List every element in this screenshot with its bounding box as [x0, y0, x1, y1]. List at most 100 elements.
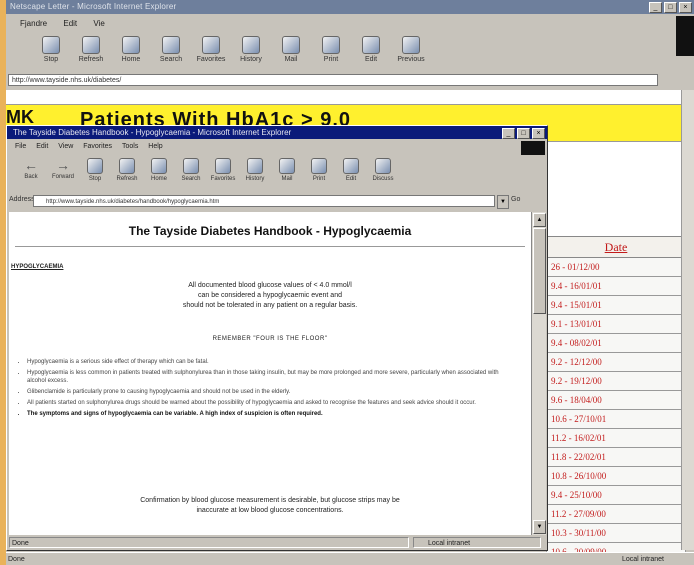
previous-icon — [402, 36, 420, 54]
menu-tools[interactable]: Tools — [122, 143, 138, 150]
back-button[interactable]: ← Back — [17, 156, 45, 190]
table-row: 11.2 - 27/09/00 — [546, 505, 686, 524]
refresh-button[interactable]: Refresh — [76, 34, 106, 72]
refresh-icon — [119, 158, 135, 174]
ie-logo-icon — [676, 16, 694, 56]
intro-line: All documented blood glucose values of <… — [188, 282, 352, 289]
stop-button[interactable]: Stop — [81, 156, 109, 190]
close-button[interactable]: × — [679, 2, 692, 13]
back-address-input[interactable]: http://www.tayside.nhs.uk/diabetes/ — [8, 74, 658, 86]
menu-help[interactable]: Help — [148, 143, 162, 150]
minimize-button[interactable]: _ — [649, 2, 662, 13]
history-icon — [242, 36, 260, 54]
section-link[interactable]: HYPOGLYCAEMIA — [11, 264, 63, 270]
front-window-scrollbar[interactable]: ▲ ▼ — [531, 212, 546, 535]
mail-button[interactable]: Mail — [273, 156, 301, 190]
menu-view[interactable]: Vie — [93, 19, 104, 28]
close-button[interactable]: × — [532, 128, 545, 139]
list-item: Hypoglycaemia is a serious side effect o… — [27, 358, 517, 366]
ie-logo-icon — [521, 141, 545, 155]
refresh-icon — [82, 36, 100, 54]
back-arrow-icon: ← — [24, 157, 38, 173]
maximize-button[interactable]: □ — [664, 2, 677, 13]
print-button[interactable]: Print — [316, 34, 346, 72]
minimize-button[interactable]: _ — [502, 128, 515, 139]
edit-button[interactable]: Edit — [356, 34, 386, 72]
menu-favorites[interactable]: Favorites — [83, 143, 112, 150]
table-row: 9.6 - 18/04/00 — [546, 391, 686, 410]
front-window-content: The Tayside Diabetes Handbook - Hypoglyc… — [9, 212, 531, 535]
list-item: All patients started on sulphonylurea dr… — [27, 399, 517, 407]
search-icon — [183, 158, 199, 174]
menu-file[interactable]: Fjandre — [20, 19, 47, 28]
home-icon — [151, 158, 167, 174]
table-row: 9.2 - 19/12/00 — [546, 372, 686, 391]
back-status-text: Done — [8, 556, 25, 563]
scroll-up-icon[interactable]: ▲ — [533, 213, 546, 227]
print-icon — [322, 36, 340, 54]
home-button[interactable]: Home — [145, 156, 173, 190]
table-row: 9.4 - 08/02/01 — [546, 334, 686, 353]
menu-edit[interactable]: Edit — [63, 19, 77, 28]
mail-icon — [282, 36, 300, 54]
favorites-button[interactable]: Favorites — [196, 34, 226, 72]
back-window-menubar: Fjandre Edit Vie — [6, 16, 694, 56]
home-icon — [122, 36, 140, 54]
front-window-menubar: File Edit View Favorites Tools Help — [7, 141, 547, 155]
back-window-scrollbar[interactable] — [681, 90, 694, 550]
table-row: 9.4 - 25/10/00 — [546, 486, 686, 505]
status-text: Done — [9, 537, 409, 548]
table-row: 10.6 - 27/10/01 — [546, 410, 686, 429]
table-row: 9.4 - 15/01/01 — [546, 296, 686, 315]
menu-view[interactable]: View — [58, 143, 73, 150]
maximize-button[interactable]: □ — [517, 128, 530, 139]
refresh-button[interactable]: Refresh — [113, 156, 141, 190]
favorites-icon — [202, 36, 220, 54]
edit-button[interactable]: Edit — [337, 156, 365, 190]
doc-title: The Tayside Diabetes Handbook - Hypoglyc… — [128, 224, 412, 238]
mail-icon — [279, 158, 295, 174]
back-window-titlebar: Netscape Letter - Microsoft Internet Exp… — [6, 0, 694, 14]
address-dropdown-icon[interactable]: ▼ — [497, 195, 509, 209]
front-browser-window: The Tayside Diabetes Handbook - Hypoglyc… — [6, 125, 548, 551]
print-icon — [311, 158, 327, 174]
history-icon — [247, 158, 263, 174]
search-button[interactable]: Search — [156, 34, 186, 72]
front-window-toolbar: ← Back → Forward Stop Refresh Home Search … — [17, 156, 397, 190]
discuss-button[interactable]: Discuss — [369, 156, 397, 190]
list-item: Hypoglycaemia is less common in patients… — [27, 369, 517, 385]
favorites-button[interactable]: Favorites — [209, 156, 237, 190]
home-button[interactable]: Home — [116, 34, 146, 72]
print-button[interactable]: Print — [305, 156, 333, 190]
table-row: 9.2 - 12/12/00 — [546, 353, 686, 372]
divider — [15, 246, 525, 247]
menu-file[interactable]: File — [15, 143, 26, 150]
history-button[interactable]: History — [236, 34, 266, 72]
remember-line: REMEMBER "FOUR IS THE FLOOR" — [212, 336, 328, 342]
edit-icon — [362, 36, 380, 54]
back-window-title: Netscape Letter - Microsoft Internet Exp… — [10, 2, 177, 11]
stop-icon — [87, 158, 103, 174]
favorites-icon — [215, 158, 231, 174]
scroll-thumb[interactable] — [533, 228, 546, 314]
stop-icon — [42, 36, 60, 54]
table-row: 26 - 01/12/00 — [546, 258, 686, 277]
list-item: Glibenclamide is particularly prone to c… — [27, 388, 517, 396]
menu-edit[interactable]: Edit — [36, 143, 48, 150]
stop-button[interactable]: Stop — [36, 34, 66, 72]
confirm-line: inaccurate at low blood glucose concentr… — [196, 507, 344, 514]
previous-button[interactable]: Previous — [396, 34, 426, 72]
table-row: 9.4 - 16/01/01 — [546, 277, 686, 296]
back-window-toolbar: Stop Refresh Home Search Favorites Histo… — [36, 34, 426, 72]
dates-header-link[interactable]: Date — [546, 236, 686, 258]
search-button[interactable]: Search — [177, 156, 205, 190]
history-button[interactable]: History — [241, 156, 269, 190]
table-row: 11.8 - 22/02/01 — [546, 448, 686, 467]
scroll-down-icon[interactable]: ▼ — [533, 520, 546, 534]
go-button[interactable]: Go — [511, 196, 520, 203]
front-window-address-bar: Address http://www.tayside.nhs.uk/diabet… — [7, 194, 547, 210]
forward-button[interactable]: → Forward — [49, 156, 77, 190]
confirm-paragraph: Confirmation by blood glucose measuremen… — [9, 496, 531, 516]
address-input[interactable]: http://www.tayside.nhs.uk/diabetes/handb… — [33, 195, 495, 207]
mail-button[interactable]: Mail — [276, 34, 306, 72]
